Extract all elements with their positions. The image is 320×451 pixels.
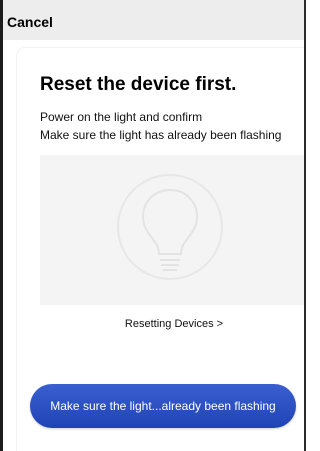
top-bar: Cancel — [3, 0, 304, 40]
screen: Cancel Reset the device first. Power on … — [0, 0, 306, 451]
right-border — [304, 0, 306, 451]
page-title: Reset the device first. — [40, 74, 237, 95]
lightbulb-icon — [117, 174, 223, 280]
instruction-flashing: Make sure the light has already been fla… — [40, 128, 282, 142]
device-illustration — [40, 155, 304, 305]
confirm-flashing-button[interactable]: Make sure the light...already been flash… — [30, 384, 296, 428]
left-border — [0, 0, 3, 451]
instruction-power-on: Power on the light and confirm — [40, 110, 203, 124]
resetting-devices-link[interactable]: Resetting Devices > — [0, 318, 306, 330]
cancel-button[interactable]: Cancel — [7, 14, 53, 30]
